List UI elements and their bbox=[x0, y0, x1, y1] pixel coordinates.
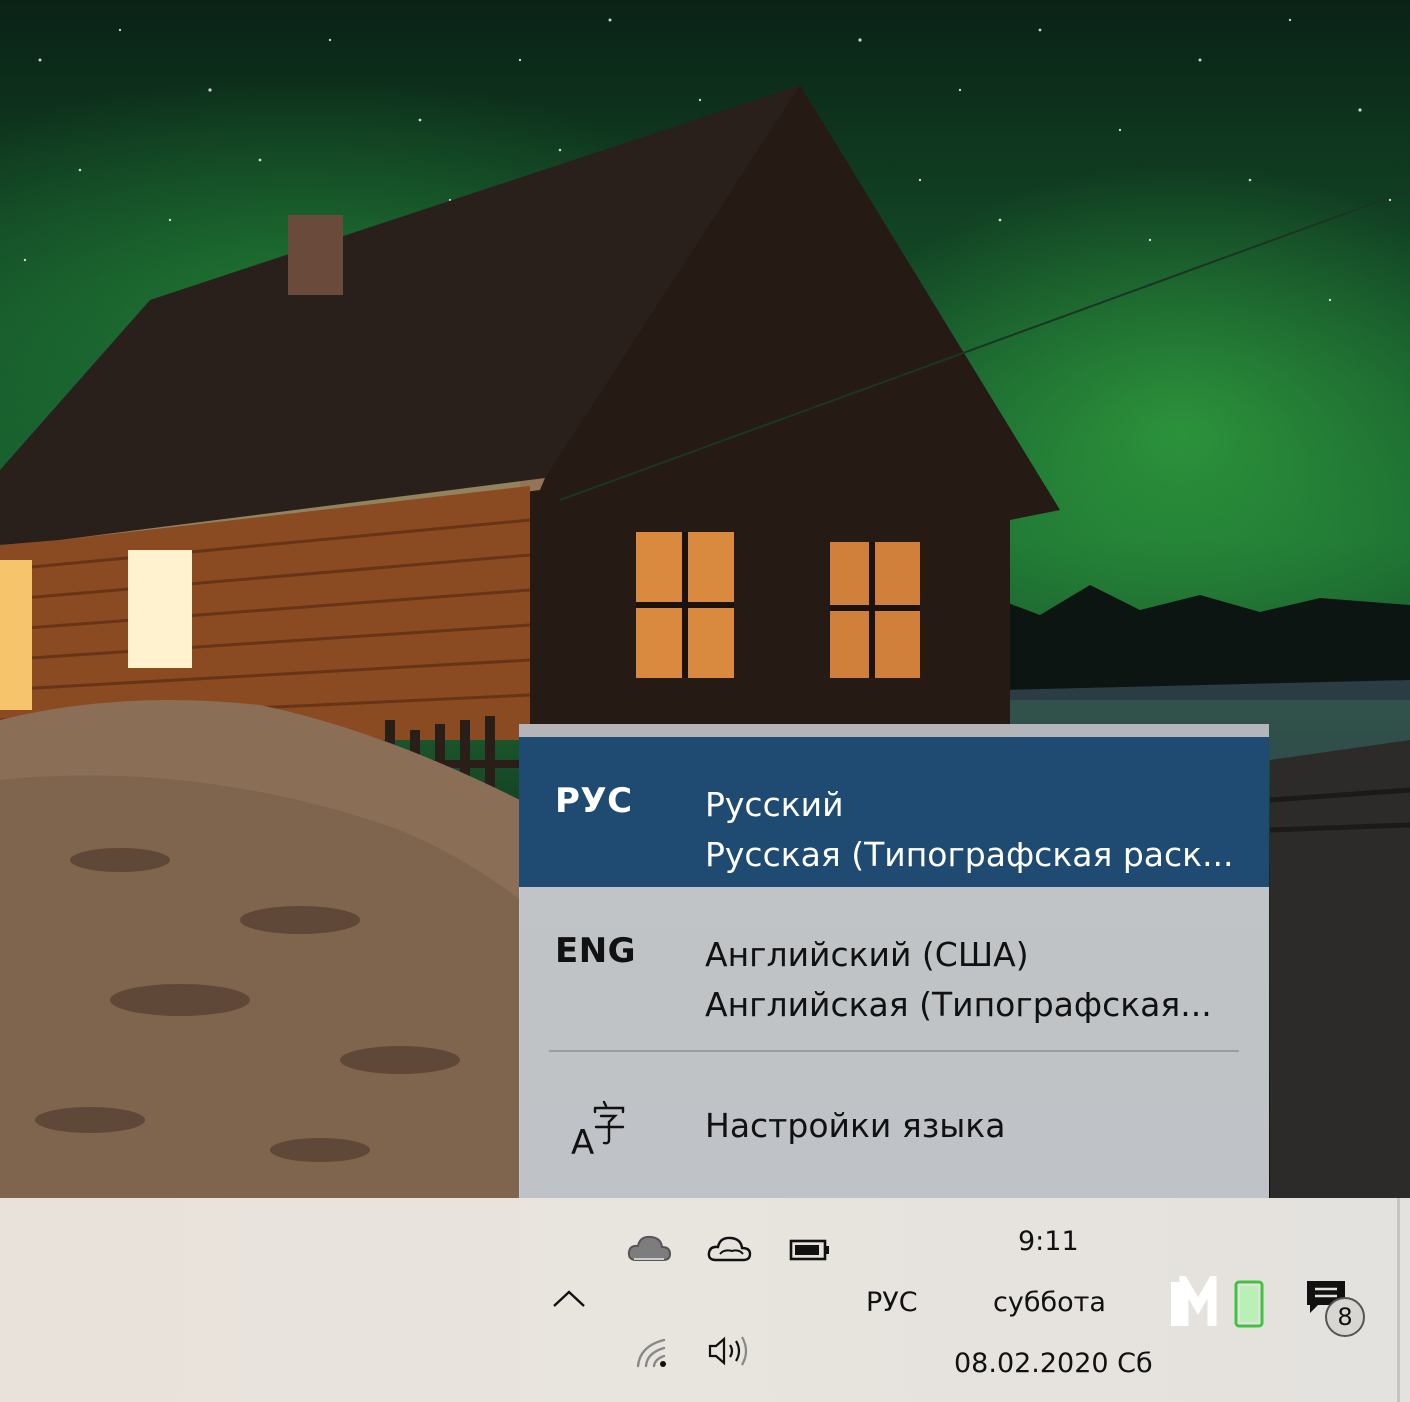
right-snowfield bbox=[1270, 740, 1410, 1198]
input-language-indicator[interactable]: РУС bbox=[866, 1287, 918, 1318]
wifi-icon[interactable] bbox=[634, 1336, 674, 1370]
show-desktop-edge[interactable] bbox=[1397, 1198, 1400, 1402]
lit-door bbox=[0, 560, 32, 710]
show-hidden-icons-chevron-icon[interactable] bbox=[550, 1286, 588, 1310]
clock-weekday[interactable]: суббота bbox=[993, 1287, 1106, 1318]
notification-count-badge: 8 bbox=[1325, 1297, 1365, 1337]
clock-date[interactable]: 08.02.2020 Сб bbox=[954, 1348, 1153, 1379]
battery-icon[interactable] bbox=[788, 1236, 832, 1264]
language-settings-link[interactable]: A Настройки языка bbox=[519, 1064, 1269, 1184]
volume-icon[interactable] bbox=[706, 1334, 752, 1368]
app-logo-icon[interactable] bbox=[1168, 1276, 1268, 1330]
keyboard-layout-name: Английская (Типографская... bbox=[705, 985, 1212, 1024]
language-name: Английский (США) bbox=[705, 935, 1029, 974]
chimney bbox=[288, 215, 343, 295]
flyout-top-border bbox=[519, 724, 1269, 737]
keyboard-layout-name: Русская (Типографская раск... bbox=[705, 835, 1234, 874]
onedrive-cloud-icon[interactable] bbox=[626, 1230, 672, 1266]
language-item-ru[interactable]: РУС Русский Русская (Типографская раск..… bbox=[519, 737, 1269, 887]
svg-text:A: A bbox=[571, 1123, 594, 1158]
language-settings-icon: A bbox=[571, 1100, 625, 1158]
flyout-divider bbox=[549, 1050, 1239, 1052]
lit-window bbox=[128, 550, 192, 668]
onedrive-cloud-icon[interactable] bbox=[706, 1232, 752, 1266]
language-code: ENG bbox=[555, 931, 637, 971]
language-flyout: РУС Русский Русская (Типографская раск..… bbox=[519, 724, 1269, 1198]
clock-time[interactable]: 9:11 bbox=[1018, 1226, 1079, 1257]
language-code: РУС bbox=[555, 781, 633, 821]
language-item-en[interactable]: ENG Английский (США) Английская (Типогра… bbox=[519, 887, 1269, 1037]
language-settings-label: Настройки языка bbox=[705, 1106, 1006, 1145]
language-name: Русский bbox=[705, 785, 844, 824]
